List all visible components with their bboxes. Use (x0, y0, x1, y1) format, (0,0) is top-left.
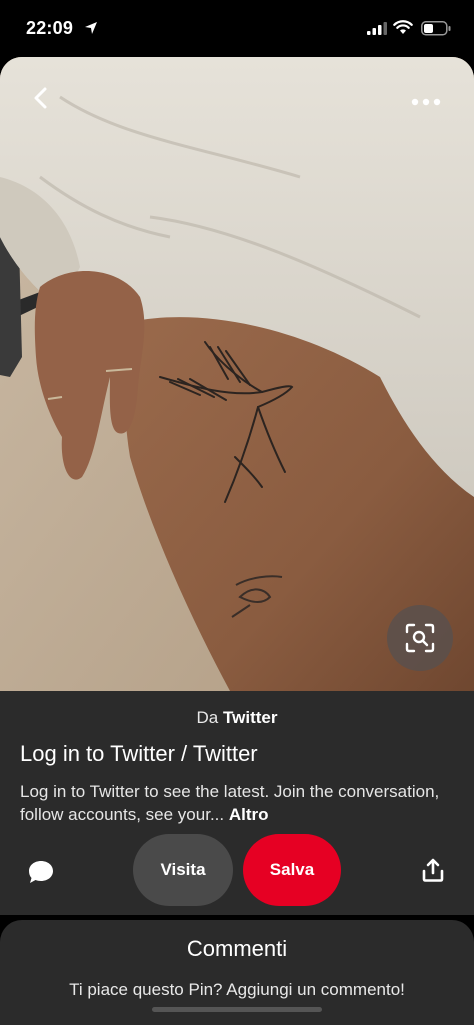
share-icon[interactable] (420, 857, 446, 883)
visual-search-icon (405, 623, 435, 653)
status-time: 22:09 (26, 18, 74, 38)
comment-icon[interactable] (26, 857, 56, 887)
signal-icon (367, 22, 387, 35)
pin-photo (0, 57, 474, 691)
source-name[interactable]: Twitter (223, 708, 277, 727)
pin-title[interactable]: Log in to Twitter / Twitter (20, 741, 258, 767)
pin-image[interactable] (0, 57, 474, 691)
back-chevron-icon[interactable] (26, 83, 56, 113)
location-arrow-icon (85, 22, 97, 34)
more-link[interactable]: Altro (229, 805, 269, 824)
more-options-icon[interactable] (410, 97, 442, 107)
home-indicator (152, 1007, 322, 1012)
source-prefix: Da (196, 708, 219, 727)
comments-title: Commenti (186, 936, 288, 961)
pin-source[interactable]: Da Twitter (0, 708, 474, 728)
visual-search-button[interactable] (387, 605, 453, 671)
status-bar: 22:09 (0, 0, 474, 58)
add-comment-prompt[interactable]: Ti piace questo Pin? Aggiungi un comment… (0, 980, 474, 1000)
battery-icon (421, 21, 451, 36)
pin-description: Log in to Twitter to see the latest. Joi… (20, 780, 460, 826)
wifi-icon (393, 20, 413, 34)
visit-button[interactable]: Visita (133, 834, 233, 906)
pin-info-panel: Da Twitter Log in to Twitter / Twitter L… (0, 691, 474, 915)
save-button[interactable]: Salva (243, 834, 341, 906)
